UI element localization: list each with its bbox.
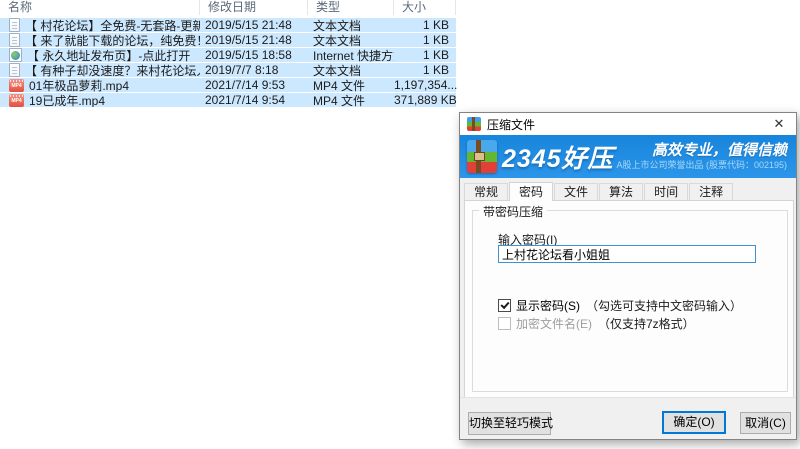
file-name-cell: 【 村花论坛】全免费-无套路-更新快.txt (0, 18, 200, 32)
tab-comment[interactable]: 注释 (689, 183, 733, 200)
haozip-archive-icon (467, 140, 497, 173)
file-name-cell: 【 有种子却没速度？来村花论坛人工加... (0, 63, 200, 77)
file-name: 【 来了就能下载的论坛，纯免费！】.txt (25, 33, 200, 47)
haozip-logo-icon (467, 117, 481, 131)
tab-time[interactable]: 时间 (644, 183, 688, 200)
file-size: 1 KB (394, 63, 456, 77)
file-date: 2021/7/14 9:53 (200, 78, 308, 92)
groupbox-title: 带密码压缩 (479, 203, 547, 220)
mp4-file-icon (9, 79, 24, 92)
checkbox-checked-icon[interactable] (498, 299, 511, 312)
ok-button[interactable]: 确定(O) (662, 411, 726, 434)
column-header-date-modified[interactable]: 修改日期 (200, 0, 308, 15)
file-date: 2019/5/15 18:58 (200, 48, 308, 62)
checkbox-unchecked-icon[interactable] (498, 317, 511, 330)
banner-tagline: 高效专业，值得信赖 (616, 142, 787, 159)
encrypt-filenames-checkbox[interactable]: 加密文件名(E) （仅支持7z格式） (498, 315, 695, 332)
file-size: 371,889 KB (394, 93, 456, 107)
file-name-cell: 01年极品萝莉.mp4 (0, 78, 200, 92)
dialog-tabbar: 常规 密码 文件 算法 时间 注释 (464, 182, 734, 200)
file-name-cell: 【 永久地址发布页】-点此打开 (0, 48, 200, 62)
close-icon[interactable]: ✕ (763, 113, 795, 135)
banner-subtitle: A股上市公司荣誉出品 (股票代码：002195) (616, 159, 787, 171)
file-name: 01年极品萝莉.mp4 (29, 78, 129, 92)
encrypt-filenames-label: 加密文件名(E) (516, 315, 592, 332)
table-row[interactable]: 19已成年.mp4 2021/7/14 9:54 MP4 文件 371,889 … (0, 93, 456, 108)
file-rows: 【 村花论坛】全免费-无套路-更新快.txt 2019/5/15 21:48 文… (0, 18, 456, 108)
file-name: 19已成年.mp4 (29, 93, 105, 107)
file-list-header: 名称 修改日期 类型 大小 (0, 0, 456, 15)
brand-logo-text: 2345好压 (502, 139, 614, 175)
switch-lite-mode-button[interactable]: 切换至轻巧模式 (468, 412, 551, 435)
file-name: 【 村花论坛】全免费-无套路-更新快.txt (25, 18, 200, 32)
mp4-file-icon (9, 94, 24, 107)
column-header-name[interactable]: 名称 (0, 0, 200, 15)
file-name: 【 有种子却没速度？来村花论坛人工加... (25, 63, 200, 77)
file-name-cell: 【 来了就能下载的论坛，纯免费！】.txt (0, 33, 200, 47)
show-password-hint: （勾选可支持中文密码输入） (586, 297, 742, 314)
file-size: 1 KB (394, 48, 456, 62)
show-password-label: 显示密码(S) (516, 297, 580, 314)
file-type: MP4 文件 (308, 92, 394, 109)
column-header-type[interactable]: 类型 (308, 0, 394, 15)
internet-shortcut-icon (9, 48, 22, 62)
compress-dialog: 压缩文件 ✕ 2345好压 高效专业，值得信赖 A股上市公司荣誉出品 (股票代码… (459, 112, 797, 440)
dialog-titlebar[interactable]: 压缩文件 ✕ (460, 113, 796, 135)
file-date: 2021/7/14 9:54 (200, 93, 308, 107)
dialog-title: 压缩文件 (487, 116, 535, 133)
file-name-cell: 19已成年.mp4 (0, 93, 200, 107)
banner-slogan-block: 高效专业，值得信赖 A股上市公司荣誉出品 (股票代码：002195) (616, 142, 787, 171)
file-size: 1 KB (394, 18, 456, 32)
tab-files[interactable]: 文件 (554, 183, 598, 200)
file-date: 2019/5/15 21:48 (200, 33, 308, 47)
show-password-checkbox[interactable]: 显示密码(S) （勾选可支持中文密码输入） (498, 297, 742, 314)
text-file-icon (9, 18, 20, 32)
brand-banner: 2345好压 高效专业，值得信赖 A股上市公司荣誉出品 (股票代码：002195… (460, 135, 796, 178)
file-size: 1 KB (394, 33, 456, 47)
file-name: 【 永久地址发布页】-点此打开 (27, 48, 190, 62)
text-file-icon (9, 63, 20, 77)
password-input[interactable] (498, 245, 756, 263)
cancel-button[interactable]: 取消(C) (740, 412, 791, 434)
file-date: 2019/5/15 21:48 (200, 18, 308, 32)
file-size: 1,197,354... (394, 78, 456, 92)
text-file-icon (9, 33, 20, 47)
file-date: 2019/7/7 8:18 (200, 63, 308, 77)
tab-password[interactable]: 密码 (509, 182, 553, 201)
file-list: 名称 修改日期 类型 大小 【 村花论坛】全免费-无套路-更新快.txt 201… (0, 0, 456, 108)
encrypt-filenames-hint: （仅支持7z格式） (598, 315, 695, 332)
tab-general[interactable]: 常规 (464, 183, 508, 200)
column-header-size[interactable]: 大小 (394, 0, 456, 15)
tab-algorithm[interactable]: 算法 (599, 183, 643, 200)
